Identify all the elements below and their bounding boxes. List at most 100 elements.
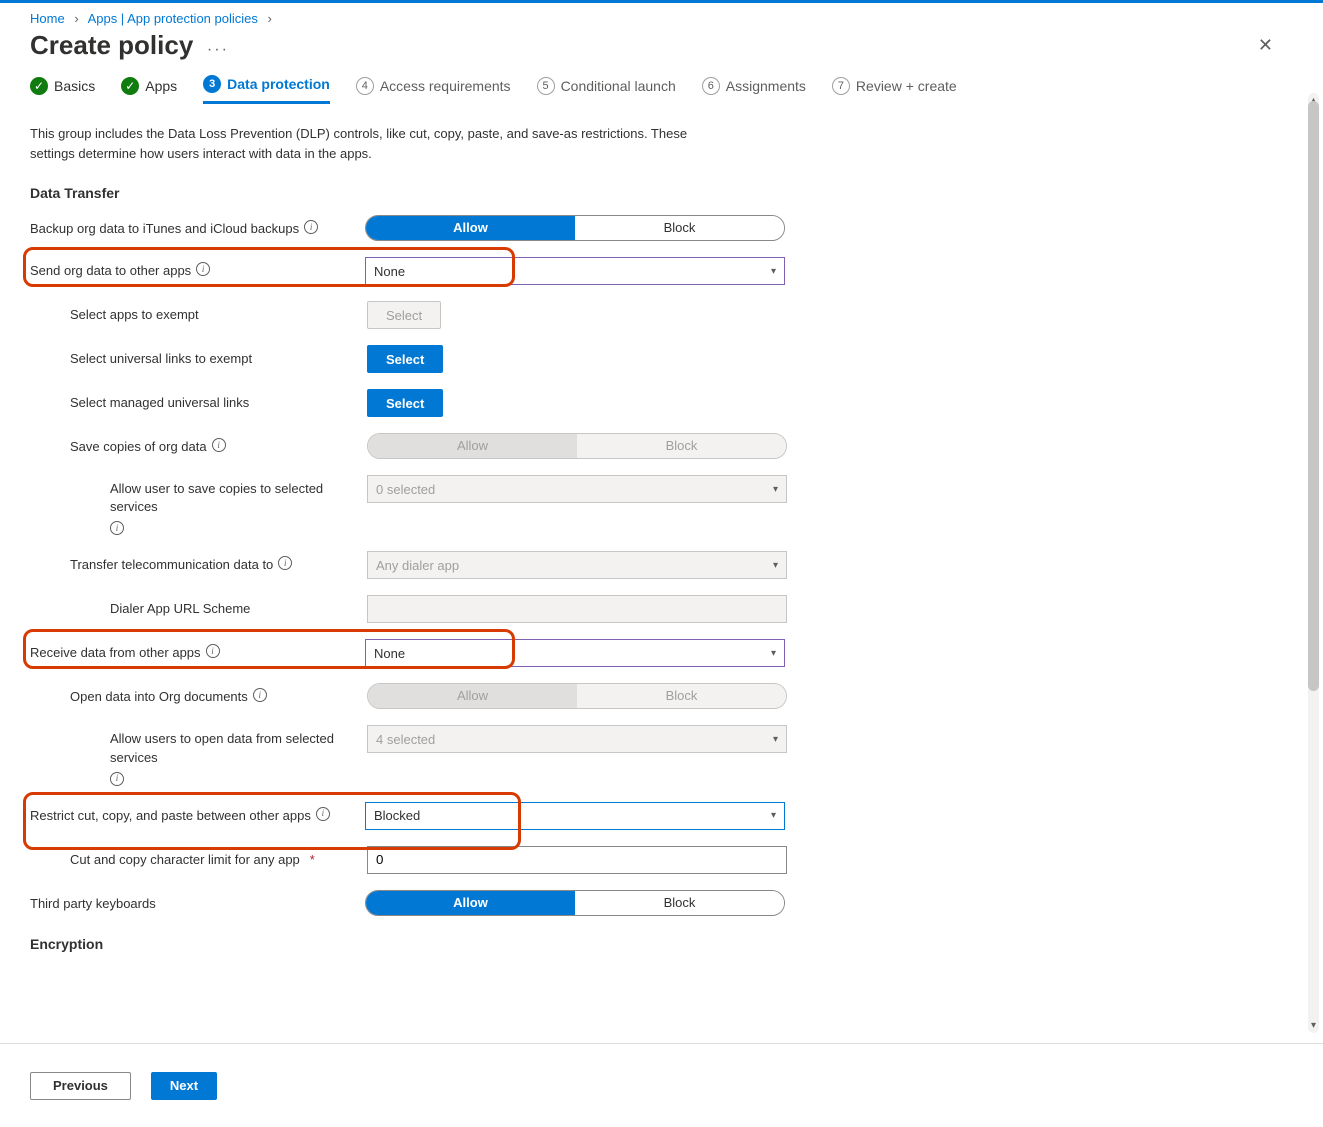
- step-assignments[interactable]: 6Assignments: [702, 75, 806, 104]
- info-icon[interactable]: i: [206, 644, 220, 658]
- step-number: 6: [702, 77, 720, 95]
- row-open-data: Open data into Org documents i Allow Blo…: [0, 675, 1303, 717]
- row-keyboards: Third party keyboards Allow Block: [0, 882, 1303, 924]
- dropdown-value: Blocked: [374, 808, 420, 823]
- row-restrict-cut-copy-paste: Restrict cut, copy, and paste between ot…: [0, 794, 1303, 838]
- step-conditional-launch[interactable]: 5Conditional launch: [537, 75, 676, 104]
- row-save-copies: Save copies of org data i Allow Block: [0, 425, 1303, 467]
- label-open-services: Allow users to open data from selected s…: [110, 730, 367, 766]
- label-save-services: Allow user to save copies to selected se…: [110, 480, 367, 516]
- label-save-copies: Save copies of org data: [70, 438, 207, 456]
- scrollbar-thumb[interactable]: [1308, 101, 1319, 691]
- chevron-down-icon: ▾: [773, 560, 778, 571]
- row-telecom: Transfer telecommunication data to i Any…: [0, 543, 1303, 587]
- label-char-limit: Cut and copy character limit for any app: [70, 851, 300, 869]
- section-data-transfer: Data Transfer: [0, 173, 1303, 207]
- step-basics[interactable]: ✓Basics: [30, 75, 95, 104]
- info-icon[interactable]: i: [316, 807, 330, 821]
- breadcrumb: Home › Apps | App protection policies ›: [0, 3, 1303, 26]
- toggle-allow: Allow: [368, 434, 577, 458]
- step-apps[interactable]: ✓Apps: [121, 75, 177, 104]
- row-exempt-links: Select universal links to exempt Select: [0, 337, 1303, 381]
- scroll-down-icon[interactable]: ▾: [1308, 1020, 1319, 1031]
- label-open-data: Open data into Org documents: [70, 688, 248, 706]
- dropdown-value: Any dialer app: [376, 558, 459, 573]
- row-save-services: Allow user to save copies to selected se…: [0, 467, 1303, 543]
- chevron-down-icon: ▾: [773, 484, 778, 495]
- select-button-exempt-links[interactable]: Select: [367, 345, 443, 373]
- toggle-allow[interactable]: Allow: [366, 891, 575, 915]
- check-icon: ✓: [30, 77, 48, 95]
- required-asterisk: *: [310, 851, 315, 869]
- info-icon[interactable]: i: [196, 262, 210, 276]
- step-review-create[interactable]: 7Review + create: [832, 75, 957, 104]
- section-encryption: Encryption: [0, 924, 1303, 958]
- dropdown-value: None: [374, 646, 405, 661]
- breadcrumb-home[interactable]: Home: [30, 11, 65, 26]
- label-keyboards: Third party keyboards: [30, 895, 156, 913]
- chevron-down-icon: ▾: [771, 810, 776, 821]
- label-exempt-links: Select universal links to exempt: [70, 350, 252, 368]
- label-telecom: Transfer telecommunication data to: [70, 556, 273, 574]
- toggle-keyboards[interactable]: Allow Block: [365, 890, 785, 916]
- select-button-exempt-apps: Select: [367, 301, 441, 329]
- input-char-limit[interactable]: [367, 846, 787, 874]
- select-button-managed-links[interactable]: Select: [367, 389, 443, 417]
- dropdown-receive-data[interactable]: None ▾: [365, 639, 785, 667]
- wizard-steps: ✓Basics ✓Apps 3Data protection 4Access r…: [0, 69, 1303, 104]
- toggle-allow[interactable]: Allow: [366, 216, 575, 240]
- label-receive: Receive data from other apps: [30, 644, 201, 662]
- toggle-block[interactable]: Block: [575, 891, 784, 915]
- input-dialer: [367, 595, 787, 623]
- section-description: This group includes the Data Loss Preven…: [0, 104, 760, 173]
- label-restrict: Restrict cut, copy, and paste between ot…: [30, 807, 311, 825]
- more-icon[interactable]: ···: [207, 41, 229, 58]
- label-dialer: Dialer App URL Scheme: [110, 600, 250, 618]
- row-char-limit: Cut and copy character limit for any app…: [0, 838, 1303, 882]
- dropdown-telecom: Any dialer app ▾: [367, 551, 787, 579]
- step-number: 3: [203, 75, 221, 93]
- info-icon[interactable]: i: [278, 556, 292, 570]
- info-icon[interactable]: i: [212, 438, 226, 452]
- info-icon[interactable]: i: [110, 521, 124, 535]
- row-backup: Backup org data to iTunes and iCloud bac…: [0, 207, 1303, 249]
- step-data-protection[interactable]: 3Data protection: [203, 75, 330, 104]
- step-number: 7: [832, 77, 850, 95]
- page-title: Create policy: [30, 30, 193, 61]
- breadcrumb-sep: ›: [268, 11, 272, 26]
- breadcrumb-sep: ›: [74, 11, 78, 26]
- row-receive-data: Receive data from other apps i None ▾: [0, 631, 1303, 675]
- label-backup: Backup org data to iTunes and iCloud bac…: [30, 220, 299, 238]
- toggle-save-copies: Allow Block: [367, 433, 787, 459]
- info-icon[interactable]: i: [110, 772, 124, 786]
- toggle-allow: Allow: [368, 684, 577, 708]
- info-icon[interactable]: i: [304, 220, 318, 234]
- label-send: Send org data to other apps: [30, 262, 191, 280]
- row-open-services: Allow users to open data from selected s…: [0, 717, 1303, 793]
- previous-button[interactable]: Previous: [30, 1072, 131, 1100]
- dropdown-restrict[interactable]: Blocked ▾: [365, 802, 785, 830]
- toggle-open-data: Allow Block: [367, 683, 787, 709]
- toggle-backup[interactable]: Allow Block: [365, 215, 785, 241]
- row-exempt-apps: Select apps to exempt Select: [0, 293, 1303, 337]
- step-number: 5: [537, 77, 555, 95]
- check-icon: ✓: [121, 77, 139, 95]
- dropdown-value: 0 selected: [376, 482, 435, 497]
- toggle-block: Block: [577, 684, 786, 708]
- close-icon[interactable]: ✕: [1258, 35, 1273, 56]
- toggle-block[interactable]: Block: [575, 216, 784, 240]
- next-button[interactable]: Next: [151, 1072, 217, 1100]
- info-icon[interactable]: i: [253, 688, 267, 702]
- dropdown-open-services: 4 selected ▾: [367, 725, 787, 753]
- dropdown-send-org-data[interactable]: None ▾: [365, 257, 785, 285]
- breadcrumb-apps[interactable]: Apps | App protection policies: [88, 11, 258, 26]
- dropdown-save-services: 0 selected ▾: [367, 475, 787, 503]
- chevron-down-icon: ▾: [771, 648, 776, 659]
- chevron-down-icon: ▾: [771, 266, 776, 277]
- step-access-requirements[interactable]: 4Access requirements: [356, 75, 511, 104]
- step-number: 4: [356, 77, 374, 95]
- dropdown-value: None: [374, 264, 405, 279]
- row-dialer: Dialer App URL Scheme: [0, 587, 1303, 631]
- dropdown-value: 4 selected: [376, 732, 435, 747]
- row-send-org-data: Send org data to other apps i None ▾: [0, 249, 1303, 293]
